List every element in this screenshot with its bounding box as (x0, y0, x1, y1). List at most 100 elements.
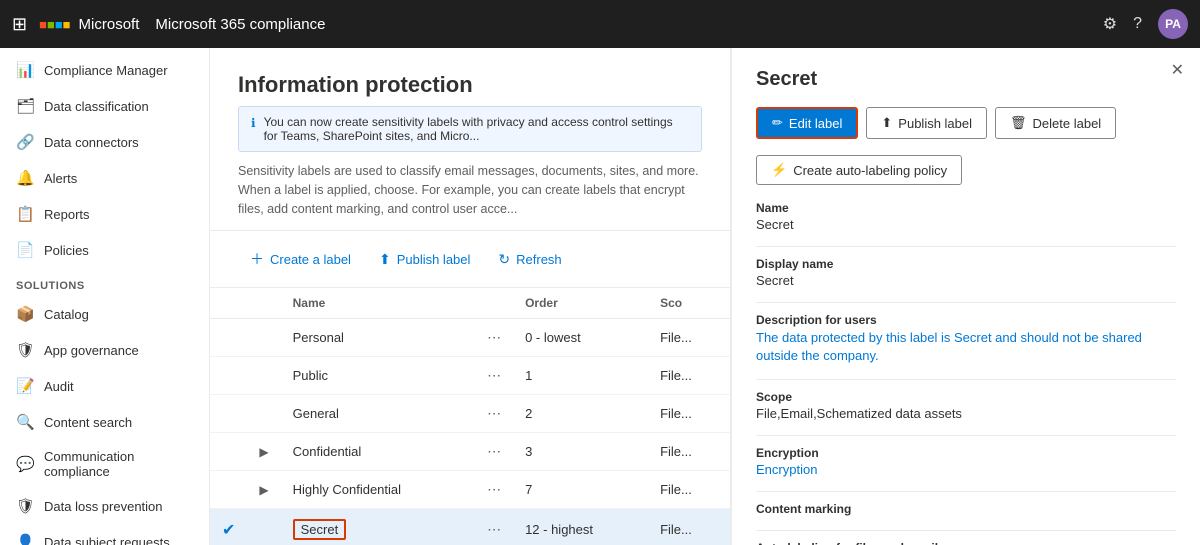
row-scope-cell: File... (648, 471, 730, 509)
table-container: Name Order Sco Personal ⋯ 0 - lowest (210, 288, 730, 545)
row-menu-cell[interactable]: ⋯ (475, 471, 513, 509)
alerts-icon: 🔔 (16, 169, 34, 187)
row-expand-cell (247, 509, 280, 545)
content-area: Information protection ℹ You can now cre… (210, 48, 1200, 545)
right-panel: ✕ Secret ✏ Edit label ⬆ Publish label 🗑 … (730, 48, 1200, 545)
row-menu-cell[interactable]: ⋯ (475, 357, 513, 395)
communication-compliance-icon: 💬 (16, 455, 34, 473)
sidebar-item-communication-compliance[interactable]: 💬 Communication compliance (0, 440, 209, 488)
labels-table: Name Order Sco Personal ⋯ 0 - lowest (210, 288, 730, 545)
main-content: Information protection ℹ You can now cre… (210, 48, 730, 545)
row-expand-cell[interactable]: ▶ (247, 433, 280, 471)
catalog-icon: 📦 (16, 305, 34, 323)
refresh-icon: ↻ (498, 251, 510, 268)
row-menu-icon[interactable]: ⋯ (487, 443, 501, 459)
panel-section-display-name: Display name Secret (756, 257, 1176, 288)
delete-label-button[interactable]: 🗑 Delete label (995, 107, 1116, 139)
sidebar-item-label: Alerts (44, 171, 77, 186)
publish-label-text: Publish label (397, 252, 471, 267)
row-menu-cell[interactable]: ⋯ (475, 319, 513, 357)
row-menu-cell[interactable]: ⋯ (475, 395, 513, 433)
data-connectors-icon: 🔗 (16, 133, 34, 151)
row-menu-icon[interactable]: ⋯ (487, 367, 501, 383)
settings-icon[interactable]: ⚙ (1103, 14, 1117, 34)
help-icon[interactable]: ? (1133, 15, 1142, 33)
sidebar-item-label: App governance (44, 343, 139, 358)
table-row[interactable]: ▶ Highly Confidential ⋯ 7 File... (210, 471, 730, 509)
encryption-value[interactable]: Encryption (756, 462, 1176, 477)
info-icon: ℹ (251, 116, 256, 130)
name-value: Secret (756, 217, 1176, 232)
sidebar-item-label: Data subject requests (44, 535, 170, 545)
sidebar-item-label: Content search (44, 415, 132, 430)
row-expand-cell (247, 319, 280, 357)
sidebar-item-policies[interactable]: 📄 Policies (0, 232, 209, 268)
row-menu-cell[interactable]: ⋯ (475, 509, 513, 545)
table-row-secret[interactable]: ✔ Secret ⋯ 12 - highest File... (210, 509, 730, 545)
publish-label-button[interactable]: ⬆ Publish label (866, 107, 987, 139)
publish-icon: ⬆ (379, 251, 391, 268)
divider (756, 302, 1176, 303)
sidebar-item-label: Data loss prevention (44, 499, 163, 514)
create-auto-labeling-button[interactable]: ⚡ Create auto-labeling policy (756, 155, 962, 185)
sidebar-item-compliance-manager[interactable]: 📊 Compliance Manager (0, 52, 209, 88)
sidebar-item-content-search[interactable]: 🔍 Content search (0, 404, 209, 440)
expand-icon[interactable]: ▶ (259, 483, 268, 497)
row-expand-cell[interactable]: ▶ (247, 471, 280, 509)
topbar: ⊞ ■■■■ Microsoft Microsoft 365 complianc… (0, 0, 1200, 48)
divider (756, 379, 1176, 380)
row-scope-cell: File... (648, 433, 730, 471)
refresh-button[interactable]: ↻ Refresh (486, 245, 573, 274)
publish-label-button[interactable]: ⬆ Publish label (367, 245, 482, 274)
sidebar-item-alerts[interactable]: 🔔 Alerts (0, 160, 209, 196)
sidebar-item-label: Policies (44, 243, 89, 258)
delete-icon: 🗑 (1010, 115, 1027, 131)
sidebar-item-catalog[interactable]: 📦 Catalog (0, 296, 209, 332)
grid-icon[interactable]: ⊞ (12, 14, 27, 35)
col-menu (475, 288, 513, 319)
sidebar-item-data-classification[interactable]: 🗂 Data classification (0, 88, 209, 124)
row-name-cell: Public (281, 357, 475, 395)
publish-icon: ⬆ (881, 115, 892, 131)
row-menu-cell[interactable]: ⋯ (475, 433, 513, 471)
sidebar-item-reports[interactable]: 📋 Reports (0, 196, 209, 232)
row-scope-cell: File... (648, 319, 730, 357)
scope-value: File,Email,Schematized data assets (756, 406, 1176, 421)
expand-icon[interactable]: ▶ (259, 445, 268, 459)
row-menu-icon[interactable]: ⋯ (487, 481, 501, 497)
row-menu-icon[interactable]: ⋯ (487, 521, 501, 537)
sidebar-item-label: Compliance Manager (44, 63, 168, 78)
sidebar-item-label: Reports (44, 207, 90, 222)
create-label-button[interactable]: ＋ Create a label (238, 243, 363, 275)
sidebar-item-audit[interactable]: 📝 Audit (0, 368, 209, 404)
panel-close-button[interactable]: ✕ (1171, 60, 1184, 80)
sidebar-item-data-subject-requests[interactable]: 👤 Data subject requests (0, 524, 209, 545)
sidebar-item-data-connectors[interactable]: 🔗 Data connectors (0, 124, 209, 160)
row-order-cell: 2 (513, 395, 648, 433)
sidebar-item-data-loss-prevention[interactable]: 🛡 Data loss prevention (0, 488, 209, 524)
edit-label-button[interactable]: ✏ Edit label (756, 107, 858, 139)
description-value: The data protected by this label is Secr… (756, 329, 1176, 365)
auto-labeling-label: Auto-labeling for files and emails (756, 541, 1176, 545)
refresh-text: Refresh (516, 252, 562, 267)
row-name-cell: Confidential (281, 433, 475, 471)
topbar-title: Microsoft 365 compliance (155, 16, 325, 33)
create-label-text: Create a label (270, 252, 351, 267)
dlp-icon: 🛡 (16, 497, 34, 515)
avatar[interactable]: PA (1158, 9, 1188, 39)
table-row[interactable]: ▶ Confidential ⋯ 3 File... (210, 433, 730, 471)
row-menu-icon[interactable]: ⋯ (487, 329, 501, 345)
table-row[interactable]: Personal ⋯ 0 - lowest File... (210, 319, 730, 357)
table-row[interactable]: General ⋯ 2 File... (210, 395, 730, 433)
delete-label-text: Delete label (1033, 116, 1102, 131)
divider (756, 435, 1176, 436)
dsr-icon: 👤 (16, 533, 34, 545)
row-scope-cell: File... (648, 395, 730, 433)
row-check-cell (210, 471, 247, 509)
sidebar-item-app-governance[interactable]: 🛡 App governance (0, 332, 209, 368)
topbar-right: ⚙ ? PA (1103, 9, 1188, 39)
row-menu-icon[interactable]: ⋯ (487, 405, 501, 421)
app-governance-icon: 🛡 (16, 341, 34, 359)
table-row[interactable]: Public ⋯ 1 File... (210, 357, 730, 395)
auto-label-text: Create auto-labeling policy (793, 163, 947, 178)
